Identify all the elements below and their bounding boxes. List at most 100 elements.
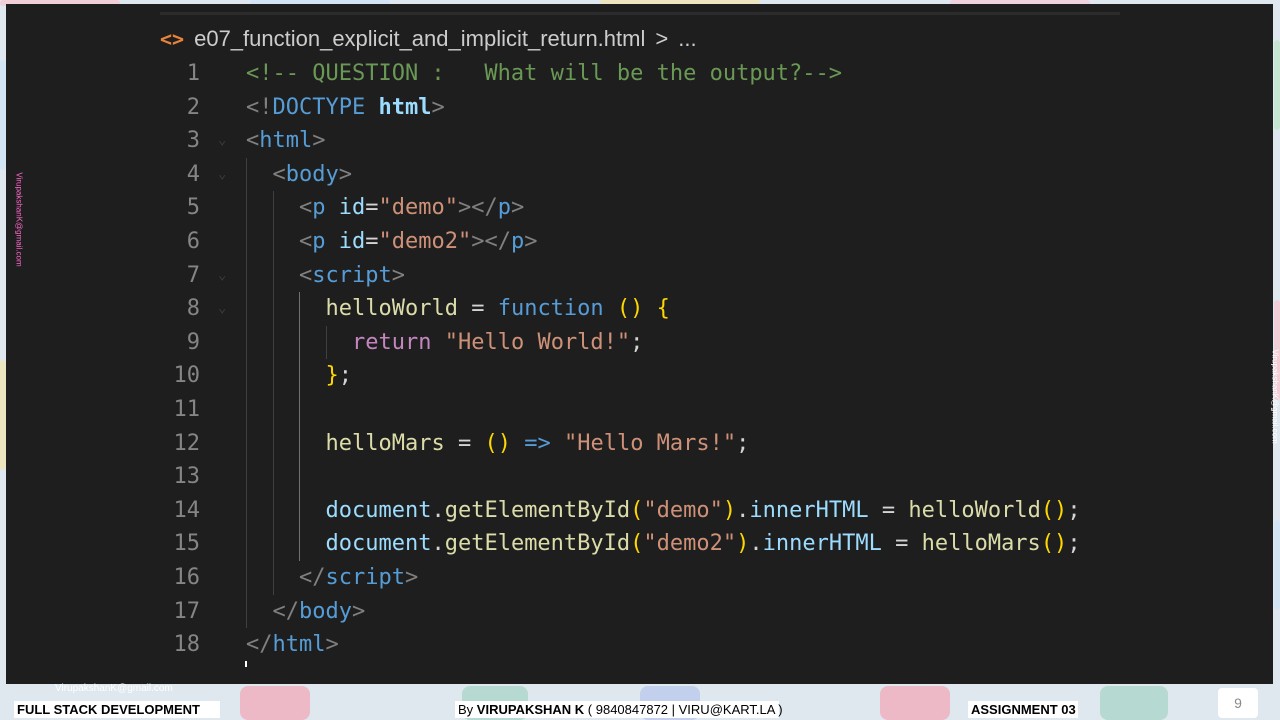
- text-cursor: [245, 661, 247, 667]
- code-token: document: [325, 497, 432, 523]
- code-text: <html>: [246, 124, 325, 158]
- line-number: 15: [173, 531, 201, 557]
- indent-guide: [272, 392, 274, 427]
- code-token: id: [338, 228, 366, 254]
- indent-guide: [246, 292, 247, 326]
- background-block: [1100, 686, 1168, 720]
- code-token: ): [736, 531, 750, 557]
- code-text: <p id="demo"></p>: [299, 191, 524, 225]
- code-token: script: [325, 564, 405, 590]
- code-token: </: [299, 564, 326, 590]
- indent-guide: [246, 157, 247, 192]
- code-token: ;: [1067, 497, 1081, 523]
- code-token: "Hello World!": [444, 329, 631, 355]
- code-token: "demo2": [643, 531, 737, 557]
- indent-guide: [272, 325, 274, 360]
- line-number: 5: [186, 195, 200, 221]
- code-text: </body>: [273, 595, 366, 629]
- code-text: <p id="demo2"></p>: [299, 225, 537, 259]
- line-number: 14: [173, 497, 201, 523]
- indent-guide: [272, 560, 274, 595]
- breadcrumb-more[interactable]: ...: [678, 26, 696, 52]
- side-email-left: VirupakshanK@gmail.com: [14, 172, 24, 267]
- code-token: "demo2": [378, 228, 472, 254]
- code-text: helloWorld = function () {: [326, 292, 670, 326]
- indent-guide: [246, 594, 247, 629]
- line-number: 3: [186, 128, 200, 154]
- code-token: "demo": [643, 497, 723, 523]
- indent-guide: [299, 325, 300, 360]
- code-token: getElementById: [444, 531, 631, 557]
- code-token: <: [272, 161, 286, 187]
- editor-tab-bar[interactable]: <> e07_function_explicit_and_implicit_re…: [160, 24, 697, 54]
- code-text: <!DOCTYPE html>: [246, 91, 445, 125]
- indent-guide: [246, 359, 247, 393]
- fold-chevron-icon[interactable]: ⌄: [218, 259, 226, 293]
- line-number: 12: [173, 430, 201, 456]
- code-token: p: [497, 195, 511, 221]
- indent-guide: [272, 258, 274, 293]
- code-token: .: [431, 531, 445, 557]
- code-token: (: [630, 531, 644, 557]
- code-token: "demo": [378, 195, 458, 221]
- code-token: getElementById: [444, 497, 631, 523]
- code-token: helloWorld: [908, 497, 1041, 523]
- code-token: </: [246, 632, 273, 658]
- code-token: <!: [246, 94, 273, 120]
- fold-chevron-icon[interactable]: ⌄: [218, 292, 226, 326]
- line-number: 2: [186, 94, 200, 120]
- line-number: 6: [186, 228, 200, 254]
- background-block: [1274, 40, 1280, 130]
- code-token: return: [352, 329, 432, 355]
- code-token: p: [312, 195, 326, 221]
- tab-filename[interactable]: e07_function_explicit_and_implicit_retur…: [194, 26, 645, 52]
- code-token: helloWorld: [325, 296, 458, 322]
- course-label: FULL STACK DEVELOPMENT: [14, 701, 220, 718]
- indent-guide: [246, 493, 247, 528]
- author-contact: ( 9840847872 | VIRU@KART.LA ): [584, 702, 783, 717]
- code-token: }: [325, 363, 339, 389]
- code-token: body: [299, 598, 352, 624]
- code-token: body: [285, 161, 339, 187]
- indent-guide: [299, 392, 300, 427]
- line-number: 10: [173, 363, 201, 389]
- code-token: =>: [524, 430, 551, 456]
- code-token: =: [365, 195, 379, 221]
- code-text: helloMars = () => "Hello Mars!";: [326, 427, 750, 461]
- code-token: "Hello Mars!": [563, 430, 737, 456]
- page-number: 9: [1218, 688, 1258, 718]
- indent-guide: [272, 292, 274, 326]
- line-number: 4: [186, 161, 200, 187]
- line-number: 8: [186, 296, 200, 322]
- code-token: >: [325, 632, 339, 658]
- line-number: 1: [186, 61, 200, 86]
- code-token: DOCTYPE: [272, 94, 366, 120]
- code-token: {: [656, 296, 670, 322]
- code-token: .: [431, 497, 445, 523]
- code-token: ;: [338, 363, 352, 389]
- code-token: p: [510, 228, 525, 254]
- indent-guide: [246, 191, 247, 225]
- code-text: </script>: [299, 561, 418, 595]
- indent-guide: [272, 224, 274, 259]
- code-token: ;: [630, 329, 644, 355]
- code-token: html: [259, 128, 313, 154]
- fold-chevron-icon[interactable]: ⌄: [218, 124, 226, 158]
- assignment-label: ASSIGNMENT 03: [968, 701, 1078, 718]
- code-token: html: [378, 94, 432, 120]
- code-token: id: [338, 195, 366, 221]
- indent-guide: [272, 359, 274, 393]
- line-number: 9: [186, 329, 200, 355]
- code-token: (): [1040, 531, 1068, 557]
- code-token: >: [510, 195, 525, 221]
- code-token: >: [391, 262, 405, 288]
- footer-email: VirupakshanK@gmail.com: [55, 683, 173, 694]
- indent-guide: [246, 560, 247, 595]
- indent-guide: [299, 426, 300, 461]
- fold-chevron-icon[interactable]: ⌄: [218, 158, 226, 192]
- code-token: >: [351, 598, 366, 624]
- code-token: <: [299, 228, 313, 254]
